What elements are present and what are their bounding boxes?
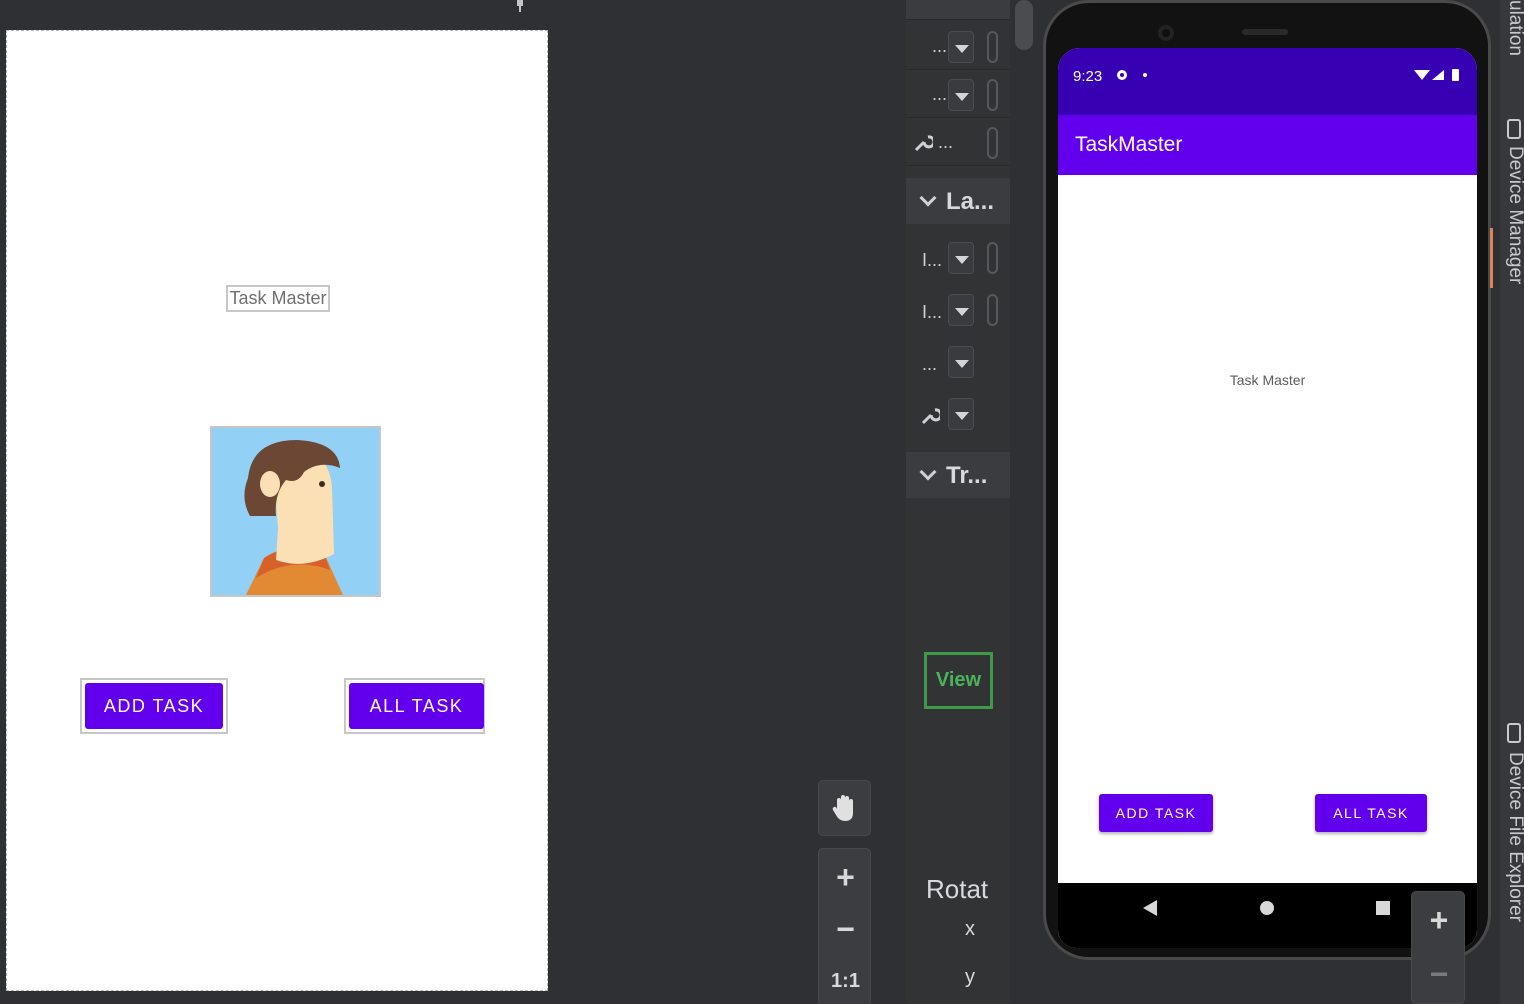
dropdown-icon[interactable] bbox=[948, 346, 974, 378]
avatar-illustration-icon bbox=[212, 428, 379, 595]
dropdown-icon[interactable] bbox=[948, 398, 974, 430]
status-time: 9:23 bbox=[1073, 68, 1103, 85]
device-file-explorer-tab[interactable]: Device File Explorer bbox=[1504, 752, 1524, 922]
design-add-task-button[interactable]: ADD TASK bbox=[85, 683, 223, 729]
attribute-row-3[interactable]: ... bbox=[906, 120, 1010, 166]
pan-hand-button[interactable] bbox=[818, 780, 871, 836]
dropdown-icon[interactable] bbox=[948, 294, 974, 326]
speaker-grille bbox=[1242, 29, 1288, 35]
zoom-actual-size-button[interactable]: 1:1 bbox=[819, 955, 872, 1004]
emulator-zoom-out-button[interactable]: − bbox=[1412, 948, 1466, 1000]
transforms-section-header[interactable]: Tr... bbox=[906, 452, 1010, 498]
back-icon[interactable] bbox=[1142, 899, 1158, 917]
hand-icon bbox=[832, 795, 853, 821]
attribute-label: I... bbox=[922, 250, 943, 270]
settings-gear-icon bbox=[1117, 70, 1127, 80]
dropdown-icon[interactable] bbox=[948, 79, 974, 111]
design-preview-canvas[interactable]: Task Master ADD TASK ALL TASK bbox=[6, 30, 548, 991]
phone-title-text: Task Master bbox=[1229, 372, 1306, 388]
attributes-panel: ... ... ... La... I... I... ... Tr... bbox=[906, 0, 1010, 1004]
zoom-out-button[interactable]: − bbox=[819, 903, 872, 955]
emulator-zoom-in-button[interactable]: + bbox=[1412, 894, 1466, 946]
status-bar: 9:23 bbox=[1058, 48, 1477, 115]
transforms-section-label: Tr... bbox=[946, 462, 988, 489]
view-badge[interactable]: View bbox=[924, 652, 993, 709]
attribute-label: ... bbox=[932, 36, 948, 56]
layout-row-1[interactable]: I... bbox=[906, 236, 1010, 282]
device-screen[interactable]: 9:23 TaskMaster Task Master ADD TASK ALL… bbox=[1058, 48, 1477, 948]
attribute-label: ... bbox=[938, 132, 954, 152]
design-all-task-button[interactable]: ALL TASK bbox=[349, 683, 484, 729]
dropdown-icon[interactable] bbox=[948, 31, 974, 63]
attribute-label: ... bbox=[922, 354, 938, 374]
attribute-indicator[interactable] bbox=[987, 79, 998, 111]
home-icon[interactable] bbox=[1259, 900, 1275, 916]
rotation-y-label: y bbox=[965, 966, 975, 988]
zoom-controls: + − 1:1 bbox=[818, 848, 871, 1004]
chevron-down-icon bbox=[919, 189, 937, 207]
attribute-indicator[interactable] bbox=[987, 242, 998, 274]
design-title-textview[interactable]: Task Master bbox=[226, 285, 330, 312]
active-tab-indicator bbox=[1490, 228, 1493, 288]
layout-section-header[interactable]: La... bbox=[906, 178, 1010, 224]
right-tool-strip: ulation Device Manager Device File Explo… bbox=[1490, 0, 1524, 1004]
design-all-task-frame: ALL TASK bbox=[344, 678, 485, 734]
notification-dot-icon bbox=[1143, 73, 1147, 77]
wrench-icon bbox=[921, 408, 940, 425]
device-manager-icon bbox=[1507, 119, 1521, 139]
phone-all-task-button[interactable]: ALL TASK bbox=[1315, 794, 1427, 832]
layout-row-4[interactable] bbox=[906, 392, 1010, 438]
dropdown-icon[interactable] bbox=[948, 242, 974, 274]
attribute-indicator[interactable] bbox=[987, 127, 998, 159]
overview-icon[interactable] bbox=[1375, 900, 1391, 916]
section-header-collapsed[interactable] bbox=[906, 0, 1010, 20]
front-camera-icon bbox=[1158, 25, 1174, 41]
vertical-scrollbar[interactable] bbox=[1015, 0, 1033, 50]
rotation-x-label: x bbox=[965, 918, 975, 940]
layout-section-label: La... bbox=[946, 188, 995, 215]
tool-window-partial[interactable]: ulation bbox=[1504, 0, 1524, 56]
design-add-task-frame: ADD TASK bbox=[80, 678, 228, 734]
attribute-label: ... bbox=[932, 84, 948, 104]
attribute-row-2[interactable]: ... bbox=[906, 72, 1010, 118]
zoom-in-button[interactable]: + bbox=[819, 851, 872, 903]
attribute-indicator[interactable] bbox=[987, 31, 998, 63]
rotation-label: Rotat bbox=[926, 874, 989, 904]
chevron-down-icon bbox=[919, 463, 937, 481]
attribute-row-1[interactable]: ... bbox=[906, 24, 1010, 70]
pin-icon[interactable] bbox=[514, 0, 526, 12]
device-manager-tab[interactable]: Device Manager bbox=[1504, 146, 1524, 284]
attribute-label: I... bbox=[922, 302, 943, 322]
wrench-icon bbox=[914, 135, 933, 152]
signal-battery-icons bbox=[1414, 69, 1459, 81]
attribute-indicator[interactable] bbox=[987, 294, 998, 326]
device-file-explorer-icon bbox=[1507, 723, 1521, 743]
layout-row-3[interactable]: ... bbox=[906, 340, 1010, 386]
emulator-zoom-controls: + − bbox=[1411, 891, 1465, 1004]
app-bar-title: TaskMaster bbox=[1075, 133, 1183, 156]
app-bar: TaskMaster bbox=[1058, 115, 1477, 175]
android-studio-layout-editor: Task Master ADD TASK ALL TASK ... ... ..… bbox=[0, 0, 1524, 1004]
layout-row-2[interactable]: I... bbox=[906, 288, 1010, 334]
avatar-imageview[interactable] bbox=[210, 426, 381, 597]
phone-add-task-button[interactable]: ADD TASK bbox=[1099, 794, 1213, 832]
